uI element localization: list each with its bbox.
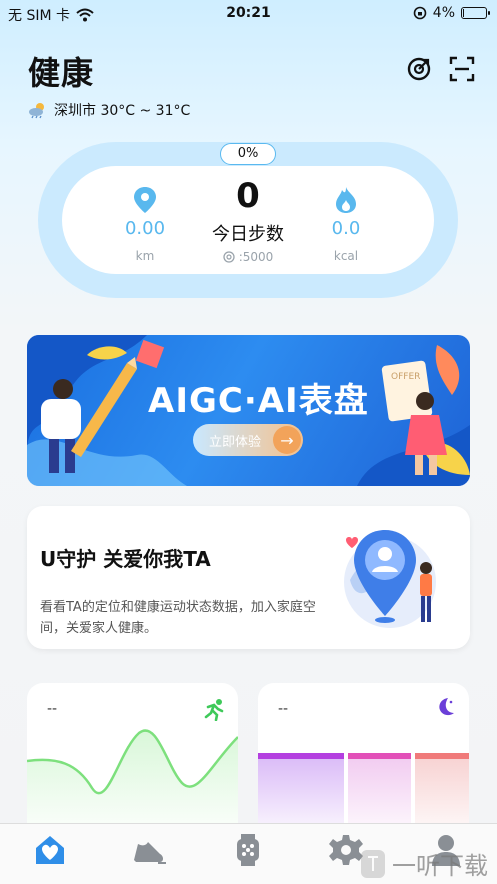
banner-sign-text: OFFER	[391, 372, 420, 382]
exercise-card[interactable]: --	[27, 683, 238, 843]
calories-unit: kcal	[333, 249, 359, 263]
moon-icon	[439, 698, 454, 716]
exercise-value: --	[47, 701, 58, 717]
weather-info: 深圳市 30°C ~ 31°C	[28, 100, 190, 120]
battery-percent: 4%	[432, 5, 455, 21]
try-now-button[interactable]: 立即体验 →	[193, 424, 303, 456]
watermark-logo-icon	[361, 849, 385, 878]
distance-value: 0.00	[124, 218, 166, 239]
page-title: 健康	[28, 54, 95, 92]
calories-stat: 0.0 kcal	[306, 186, 386, 263]
flame-icon	[336, 187, 356, 213]
weather-icon	[29, 103, 44, 119]
weather-text: 深圳市 30°C ~ 31°C	[54, 103, 191, 119]
tab-home[interactable]	[30, 830, 70, 870]
sport-target-button[interactable]	[405, 55, 433, 83]
arrow-right-icon: →	[273, 426, 301, 454]
tab-device[interactable]	[228, 830, 268, 870]
watch-icon	[237, 834, 259, 866]
calories-value: 0.0	[331, 218, 361, 239]
progress-badge: 0%	[220, 143, 276, 165]
rotation-lock-icon	[413, 6, 427, 20]
banner-title: AIGC·AI表盘	[148, 381, 369, 421]
watermark: 一听下载	[360, 846, 488, 881]
steps-goal: :5000	[188, 250, 308, 264]
scan-icon	[449, 56, 475, 82]
sneaker-icon	[134, 842, 166, 864]
battery-level	[463, 9, 464, 17]
status-bar: 无 SIM 卡 20:21 4%	[0, 0, 497, 26]
try-now-label: 立即体验	[209, 434, 262, 450]
steps-label: 今日步数	[212, 224, 284, 245]
scan-button[interactable]	[448, 55, 476, 83]
battery-icon	[461, 7, 490, 19]
distance-unit: km	[135, 249, 155, 263]
target-icon	[407, 57, 431, 81]
distance-stat: 0.00 km	[105, 186, 185, 263]
goal-value: :5000	[238, 250, 274, 264]
family-location-illustration	[344, 530, 436, 628]
sleep-value: --	[278, 701, 289, 717]
tab-sport[interactable]	[128, 830, 168, 870]
watermark-text: 一听下载	[392, 852, 488, 880]
running-icon	[204, 699, 224, 721]
gear-icon	[329, 835, 363, 865]
goal-icon	[223, 251, 235, 263]
home-heart-icon	[36, 836, 64, 864]
u-guard-description: 看看TA的定位和健康运动状态数据，加入家庭空间，关爱家人健康。	[40, 600, 316, 636]
location-pin-icon	[134, 187, 156, 213]
u-guard-title: U守护 关爱你我TA	[40, 547, 211, 571]
sleep-card[interactable]: --	[258, 683, 469, 843]
steps-value: 0	[236, 176, 260, 216]
